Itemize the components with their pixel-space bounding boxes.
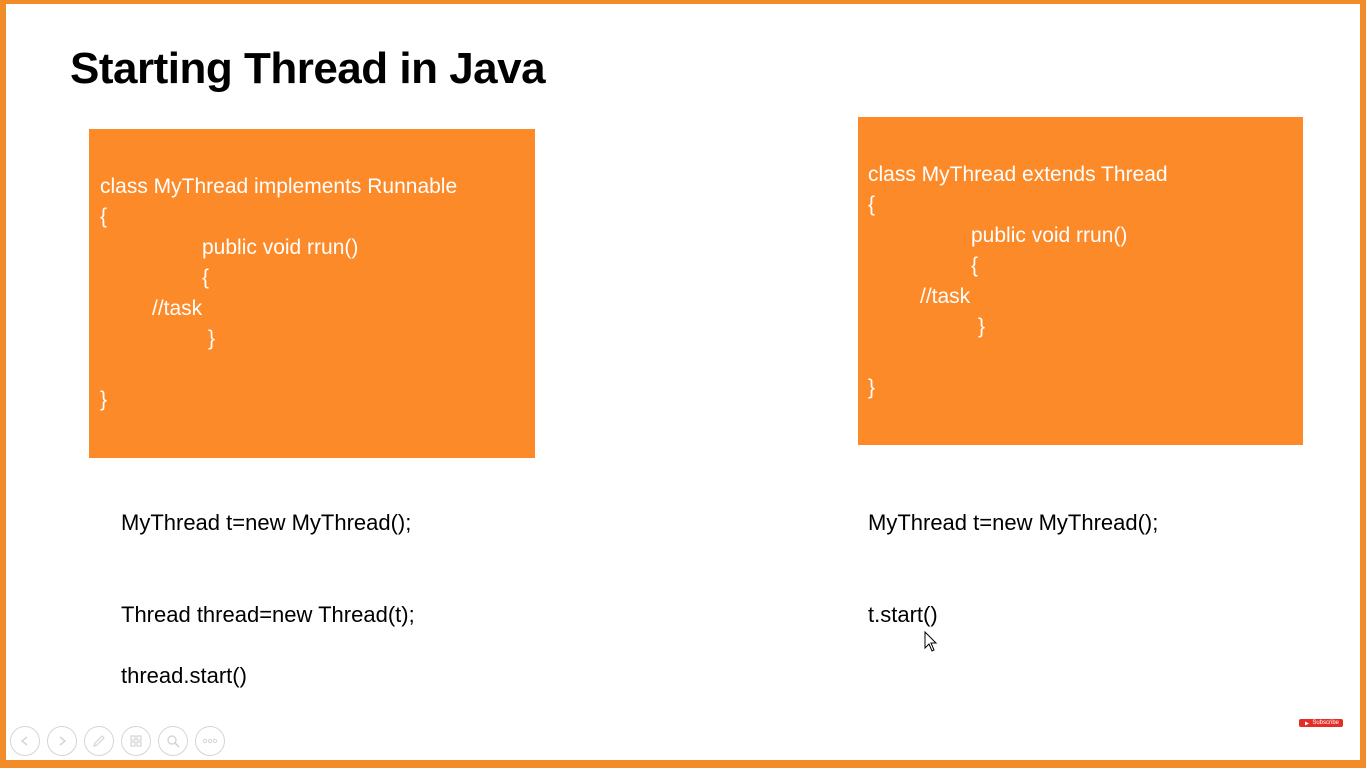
code-line: } <box>978 315 986 338</box>
code-line: { <box>100 205 108 228</box>
code-line: } <box>868 376 876 399</box>
right-code-line-2: t.start() <box>868 602 938 627</box>
slides-icon <box>130 735 142 747</box>
slide-title: Starting Thread in Java <box>70 44 546 93</box>
slideshow-toolbar <box>10 726 225 756</box>
code-line: public void rrun() <box>971 224 1128 247</box>
code-line: //task <box>920 285 971 308</box>
pen-icon <box>93 735 105 747</box>
code-line: { <box>971 254 979 277</box>
mouse-cursor-icon <box>924 631 938 652</box>
subscribe-badge[interactable]: Subscribe <box>1299 719 1343 727</box>
runnable-code-box: class MyThread implements Runnable { pub… <box>89 129 535 458</box>
more-options-button[interactable] <box>195 726 225 756</box>
right-code-line-1: MyThread t=new MyThread(); <box>868 510 1159 535</box>
code-line: } <box>208 327 216 350</box>
prev-icon <box>20 736 28 746</box>
slide: Starting Thread in Java class MyThread i… <box>6 4 1360 760</box>
more-icon <box>202 738 218 744</box>
zoom-icon <box>167 735 180 748</box>
code-line: class MyThread implements Runnable <box>100 175 458 198</box>
left-code-line-3: thread.start() <box>121 663 247 688</box>
code-line: { <box>868 193 876 216</box>
subscribe-label: Subscribe <box>1312 720 1339 726</box>
left-code-line-1: MyThread t=new MyThread(); <box>121 510 412 535</box>
code-line: public void rrun() <box>202 236 359 259</box>
next-icon <box>59 736 67 746</box>
prev-slide-button[interactable] <box>10 726 40 756</box>
pen-button[interactable] <box>84 726 114 756</box>
zoom-button[interactable] <box>158 726 188 756</box>
code-line: { <box>202 266 210 289</box>
code-line: //task <box>152 297 203 320</box>
code-line: class MyThread extends Thread <box>868 163 1168 186</box>
left-code-line-2: Thread thread=new Thread(t); <box>121 602 415 627</box>
play-icon <box>1305 721 1310 725</box>
thread-code-box: class MyThread extends Thread { public v… <box>858 117 1303 445</box>
next-slide-button[interactable] <box>47 726 77 756</box>
code-line: } <box>100 388 108 411</box>
see-all-slides-button[interactable] <box>121 726 151 756</box>
